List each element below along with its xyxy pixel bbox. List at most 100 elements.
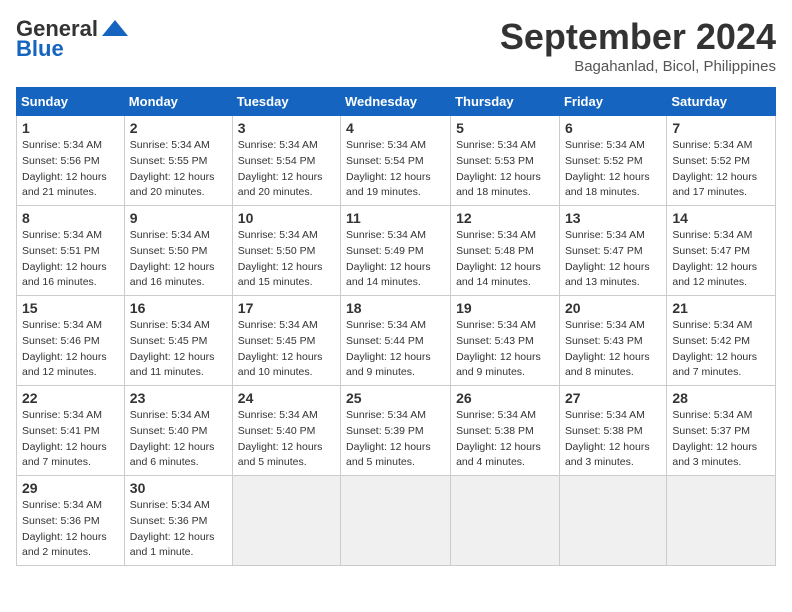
- calendar-cell: 18Sunrise: 5:34 AMSunset: 5:44 PMDayligh…: [341, 296, 451, 386]
- day-number: 28: [672, 390, 770, 406]
- day-info: Sunrise: 5:34 AMSunset: 5:38 PMDaylight:…: [565, 409, 650, 468]
- day-info: Sunrise: 5:34 AMSunset: 5:43 PMDaylight:…: [565, 319, 650, 378]
- day-info: Sunrise: 5:34 AMSunset: 5:53 PMDaylight:…: [456, 139, 541, 198]
- calendar-cell: 23 Sunrise: 5:34 AMSunset: 5:40 PMDayligh…: [124, 386, 232, 476]
- day-info: Sunrise: 5:34 AMSunset: 5:52 PMDaylight:…: [565, 139, 650, 198]
- day-number: 10: [238, 210, 335, 226]
- calendar-cell: 9 Sunrise: 5:34 AMSunset: 5:50 PMDaylight…: [124, 206, 232, 296]
- day-info: Sunrise: 5:34 AMSunset: 5:47 PMDaylight:…: [672, 229, 757, 288]
- header-friday: Friday: [559, 88, 666, 116]
- day-info: Sunrise: 5:34 AMSunset: 5:50 PMDaylight:…: [130, 229, 215, 288]
- calendar-cell: [667, 476, 776, 566]
- calendar-week-5: 29 Sunrise: 5:34 AMSunset: 5:36 PMDayligh…: [17, 476, 776, 566]
- header-tuesday: Tuesday: [232, 88, 340, 116]
- day-info: Sunrise: 5:34 AMSunset: 5:36 PMDaylight:…: [130, 499, 215, 558]
- day-number: 27: [565, 390, 661, 406]
- calendar-cell: 26Sunrise: 5:34 AMSunset: 5:38 PMDayligh…: [451, 386, 560, 476]
- day-info: Sunrise: 5:34 AMSunset: 5:47 PMDaylight:…: [565, 229, 650, 288]
- day-info: Sunrise: 5:34 AMSunset: 5:50 PMDaylight:…: [238, 229, 323, 288]
- day-info: Sunrise: 5:34 AMSunset: 5:49 PMDaylight:…: [346, 229, 431, 288]
- day-number: 15: [22, 300, 119, 316]
- calendar-cell: 3 Sunrise: 5:34 AMSunset: 5:54 PMDaylight…: [232, 116, 340, 206]
- calendar-cell: 17 Sunrise: 5:34 AMSunset: 5:45 PMDayligh…: [232, 296, 340, 386]
- calendar-cell: 8 Sunrise: 5:34 AMSunset: 5:51 PMDaylight…: [17, 206, 125, 296]
- day-number: 21: [672, 300, 770, 316]
- day-info: Sunrise: 5:34 AMSunset: 5:52 PMDaylight:…: [672, 139, 757, 198]
- calendar-cell: 28Sunrise: 5:34 AMSunset: 5:37 PMDayligh…: [667, 386, 776, 476]
- calendar-cell: 6 Sunrise: 5:34 AMSunset: 5:52 PMDaylight…: [559, 116, 666, 206]
- day-number: 11: [346, 210, 445, 226]
- day-number: 8: [22, 210, 119, 226]
- calendar-cell: 16 Sunrise: 5:34 AMSunset: 5:45 PMDayligh…: [124, 296, 232, 386]
- calendar-cell: 12 Sunrise: 5:34 AMSunset: 5:48 PMDayligh…: [451, 206, 560, 296]
- day-number: 12: [456, 210, 554, 226]
- title-area: September 2024 Bagahanlad, Bicol, Philip…: [500, 16, 776, 75]
- calendar-week-1: 1 Sunrise: 5:34 AMSunset: 5:56 PMDaylight…: [17, 116, 776, 206]
- day-number: 23: [130, 390, 227, 406]
- page-header: General Blue September 2024 Bagahanlad, …: [16, 16, 776, 75]
- calendar-cell: 10 Sunrise: 5:34 AMSunset: 5:50 PMDayligh…: [232, 206, 340, 296]
- day-number: 6: [565, 120, 661, 136]
- calendar-cell: [451, 476, 560, 566]
- calendar-header-row: SundayMondayTuesdayWednesdayThursdayFrid…: [17, 88, 776, 116]
- day-number: 24: [238, 390, 335, 406]
- day-number: 19: [456, 300, 554, 316]
- day-info: Sunrise: 5:34 AMSunset: 5:44 PMDaylight:…: [346, 319, 431, 378]
- day-info: Sunrise: 5:34 AMSunset: 5:45 PMDaylight:…: [130, 319, 215, 378]
- day-info: Sunrise: 5:34 AMSunset: 5:54 PMDaylight:…: [346, 139, 431, 198]
- day-number: 7: [672, 120, 770, 136]
- calendar-cell: 30 Sunrise: 5:34 AMSunset: 5:36 PMDayligh…: [124, 476, 232, 566]
- header-sunday: Sunday: [17, 88, 125, 116]
- day-info: Sunrise: 5:34 AMSunset: 5:38 PMDaylight:…: [456, 409, 541, 468]
- day-info: Sunrise: 5:34 AMSunset: 5:39 PMDaylight:…: [346, 409, 431, 468]
- day-info: Sunrise: 5:34 AMSunset: 5:40 PMDaylight:…: [130, 409, 215, 468]
- header-thursday: Thursday: [451, 88, 560, 116]
- calendar-week-3: 15 Sunrise: 5:34 AMSunset: 5:46 PMDayligh…: [17, 296, 776, 386]
- header-saturday: Saturday: [667, 88, 776, 116]
- calendar-cell: 14 Sunrise: 5:34 AMSunset: 5:47 PMDayligh…: [667, 206, 776, 296]
- calendar-cell: 5 Sunrise: 5:34 AMSunset: 5:53 PMDaylight…: [451, 116, 560, 206]
- calendar-cell: 22Sunrise: 5:34 AMSunset: 5:41 PMDayligh…: [17, 386, 125, 476]
- calendar-cell: [232, 476, 340, 566]
- day-info: Sunrise: 5:34 AMSunset: 5:51 PMDaylight:…: [22, 229, 107, 288]
- day-info: Sunrise: 5:34 AMSunset: 5:48 PMDaylight:…: [456, 229, 541, 288]
- calendar-cell: 29 Sunrise: 5:34 AMSunset: 5:36 PMDayligh…: [17, 476, 125, 566]
- day-number: 4: [346, 120, 445, 136]
- calendar-cell: 20Sunrise: 5:34 AMSunset: 5:43 PMDayligh…: [559, 296, 666, 386]
- calendar-cell: 27 Sunrise: 5:34 AMSunset: 5:38 PMDayligh…: [559, 386, 666, 476]
- day-number: 9: [130, 210, 227, 226]
- day-number: 14: [672, 210, 770, 226]
- day-number: 29: [22, 480, 119, 496]
- month-title: September 2024: [500, 16, 776, 58]
- logo-text-blue: Blue: [16, 36, 64, 62]
- header-monday: Monday: [124, 88, 232, 116]
- day-info: Sunrise: 5:34 AMSunset: 5:45 PMDaylight:…: [238, 319, 323, 378]
- day-info: Sunrise: 5:34 AMSunset: 5:55 PMDaylight:…: [130, 139, 215, 198]
- calendar-cell: 7 Sunrise: 5:34 AMSunset: 5:52 PMDaylight…: [667, 116, 776, 206]
- calendar-cell: 25Sunrise: 5:34 AMSunset: 5:39 PMDayligh…: [341, 386, 451, 476]
- day-info: Sunrise: 5:34 AMSunset: 5:36 PMDaylight:…: [22, 499, 107, 558]
- day-info: Sunrise: 5:34 AMSunset: 5:40 PMDaylight:…: [238, 409, 323, 468]
- day-info: Sunrise: 5:34 AMSunset: 5:56 PMDaylight:…: [22, 139, 107, 198]
- calendar-cell: [559, 476, 666, 566]
- day-info: Sunrise: 5:34 AMSunset: 5:46 PMDaylight:…: [22, 319, 107, 378]
- day-number: 30: [130, 480, 227, 496]
- day-info: Sunrise: 5:34 AMSunset: 5:43 PMDaylight:…: [456, 319, 541, 378]
- calendar-table: SundayMondayTuesdayWednesdayThursdayFrid…: [16, 87, 776, 566]
- calendar-cell: 21Sunrise: 5:34 AMSunset: 5:42 PMDayligh…: [667, 296, 776, 386]
- day-number: 16: [130, 300, 227, 316]
- logo-icon: [100, 18, 130, 40]
- day-info: Sunrise: 5:34 AMSunset: 5:41 PMDaylight:…: [22, 409, 107, 468]
- day-number: 2: [130, 120, 227, 136]
- day-number: 17: [238, 300, 335, 316]
- day-number: 1: [22, 120, 119, 136]
- calendar-cell: 11 Sunrise: 5:34 AMSunset: 5:49 PMDayligh…: [341, 206, 451, 296]
- calendar-cell: 15 Sunrise: 5:34 AMSunset: 5:46 PMDayligh…: [17, 296, 125, 386]
- calendar-cell: 19 Sunrise: 5:34 AMSunset: 5:43 PMDayligh…: [451, 296, 560, 386]
- calendar-week-2: 8 Sunrise: 5:34 AMSunset: 5:51 PMDaylight…: [17, 206, 776, 296]
- calendar-cell: 1 Sunrise: 5:34 AMSunset: 5:56 PMDaylight…: [17, 116, 125, 206]
- day-number: 3: [238, 120, 335, 136]
- day-info: Sunrise: 5:34 AMSunset: 5:54 PMDaylight:…: [238, 139, 323, 198]
- day-number: 5: [456, 120, 554, 136]
- calendar-week-4: 22Sunrise: 5:34 AMSunset: 5:41 PMDayligh…: [17, 386, 776, 476]
